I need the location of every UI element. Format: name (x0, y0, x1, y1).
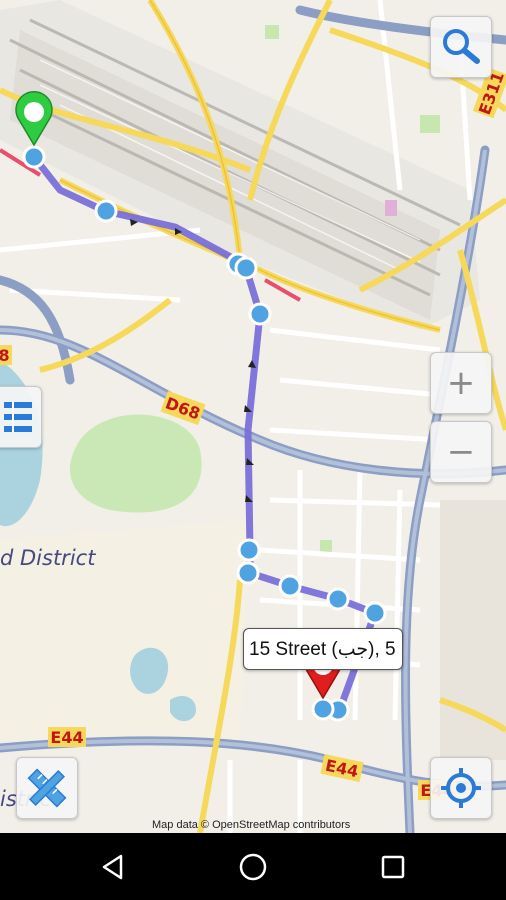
home-circle-icon (239, 853, 267, 880)
svg-text:E44: E44 (50, 728, 83, 747)
list-icon (4, 402, 32, 432)
home-button[interactable] (213, 833, 293, 900)
waypoint (363, 601, 387, 625)
map-canvas: D68 E44 E44 E44 E311 8 d District istric… (0, 0, 506, 833)
back-button[interactable] (73, 833, 153, 900)
waypoint (236, 561, 260, 585)
address-callout[interactable]: 15 Street (جب), 5 (243, 628, 403, 670)
callout-text: 15 Street (جب), 5 (249, 639, 396, 660)
waypoint (94, 199, 118, 223)
waypoint (278, 574, 302, 598)
search-icon (443, 29, 480, 64)
zoom-in-button[interactable]: + (430, 352, 492, 414)
zoom-out-button[interactable]: − (430, 421, 492, 483)
svg-text:8: 8 (0, 346, 10, 365)
waypoint (237, 538, 261, 562)
recents-square-icon (381, 855, 405, 878)
route-list-button[interactable] (0, 386, 42, 448)
recents-button[interactable] (353, 833, 433, 900)
road-shield-edge: 8 (0, 345, 12, 365)
search-button[interactable] (430, 16, 492, 78)
district-label: d District (0, 546, 96, 570)
locate-button[interactable] (430, 757, 492, 819)
waypoint (311, 697, 335, 721)
ruler-icon (27, 768, 67, 808)
back-triangle-icon (102, 854, 123, 879)
road-shield-e44-left: E44 (48, 727, 86, 747)
waypoint (248, 302, 272, 326)
waypoint (326, 587, 350, 611)
map-attribution: Map data © OpenStreetMap contributors (152, 819, 351, 831)
waypoint (22, 145, 46, 169)
waypoint (234, 256, 258, 280)
plus-icon: + (446, 363, 476, 403)
measure-button[interactable] (16, 757, 78, 819)
crosshair-icon (441, 768, 481, 808)
map-view[interactable]: D68 E44 E44 E44 E311 8 d District istric… (0, 0, 506, 833)
system-navigation-bar (0, 833, 506, 900)
minus-icon: − (446, 432, 476, 472)
